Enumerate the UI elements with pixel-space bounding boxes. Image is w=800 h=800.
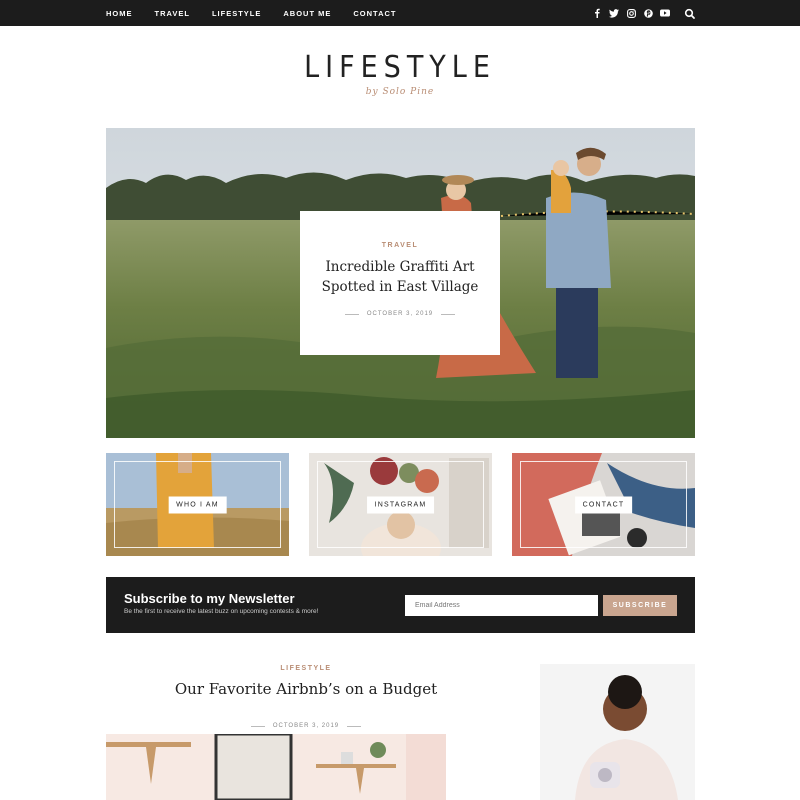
site-logo[interactable]: LIFESTYLE by Solo Pine xyxy=(0,50,800,97)
nav-home[interactable]: HOME xyxy=(106,9,133,18)
nav-lifestyle[interactable]: LIFESTYLE xyxy=(212,9,261,18)
main-nav: HOME TRAVEL LIFESTYLE ABOUT ME CONTACT xyxy=(106,0,418,26)
newsletter-title: Subscribe to my Newsletter xyxy=(124,591,295,606)
promo-contact[interactable]: CONTACT xyxy=(512,453,695,556)
divider xyxy=(441,313,456,315)
top-bar: HOME TRAVEL LIFESTYLE ABOUT ME CONTACT xyxy=(0,0,800,26)
hero-category[interactable]: TRAVEL xyxy=(300,242,500,249)
hero-post-card[interactable]: TRAVEL Incredible Graffiti Art Spotted i… xyxy=(300,211,500,355)
hero-date: OCTOBER 3, 2019 xyxy=(366,311,434,317)
hero-title[interactable]: Incredible Graffiti Art Spotted in East … xyxy=(314,257,486,297)
newsletter-section: Subscribe to my Newsletter Be the first … xyxy=(106,577,695,633)
twitter-icon[interactable] xyxy=(609,8,619,18)
post-image[interactable] xyxy=(106,734,446,800)
nav-travel[interactable]: TRAVEL xyxy=(155,9,190,18)
promo-label[interactable]: CONTACT xyxy=(574,496,633,513)
logo-subtitle: by Solo Pine xyxy=(365,87,435,97)
nav-contact[interactable]: CONTACT xyxy=(353,9,396,18)
email-field[interactable] xyxy=(405,595,598,616)
facebook-icon[interactable] xyxy=(592,8,602,18)
hero-slider[interactable]: TRAVEL Incredible Graffiti Art Spotted i… xyxy=(106,128,695,438)
youtube-icon[interactable] xyxy=(660,8,670,18)
pinterest-icon[interactable] xyxy=(643,8,653,18)
post-date-row: OCTOBER 3, 2019 xyxy=(106,723,506,729)
newsletter-subtitle: Be the first to receive the latest buzz … xyxy=(124,608,319,615)
promo-label[interactable]: INSTAGRAM xyxy=(366,496,435,513)
post-image-art xyxy=(106,734,446,800)
instagram-icon[interactable] xyxy=(626,8,636,18)
nav-about-me[interactable]: ABOUT ME xyxy=(283,9,331,18)
author-photo xyxy=(540,664,695,800)
divider xyxy=(250,725,265,727)
promo-label[interactable]: WHO I AM xyxy=(168,496,227,513)
hero-date-row: OCTOBER 3, 2019 xyxy=(300,311,500,317)
social-links xyxy=(585,0,670,26)
sidebar-author-image[interactable] xyxy=(540,664,695,800)
post-title[interactable]: Our Favorite Airbnb’s on a Budget xyxy=(106,680,506,698)
promo-who-i-am[interactable]: WHO I AM xyxy=(106,453,289,556)
divider xyxy=(344,313,359,315)
divider xyxy=(347,725,362,727)
logo-title: LIFESTYLE xyxy=(304,50,496,85)
promo-instagram[interactable]: INSTAGRAM xyxy=(309,453,492,556)
subscribe-button[interactable]: SUBSCRIBE xyxy=(603,595,677,616)
post-date: OCTOBER 3, 2019 xyxy=(272,723,340,729)
post-category[interactable]: LIFESTYLE xyxy=(106,665,506,672)
search-icon[interactable] xyxy=(684,7,696,19)
